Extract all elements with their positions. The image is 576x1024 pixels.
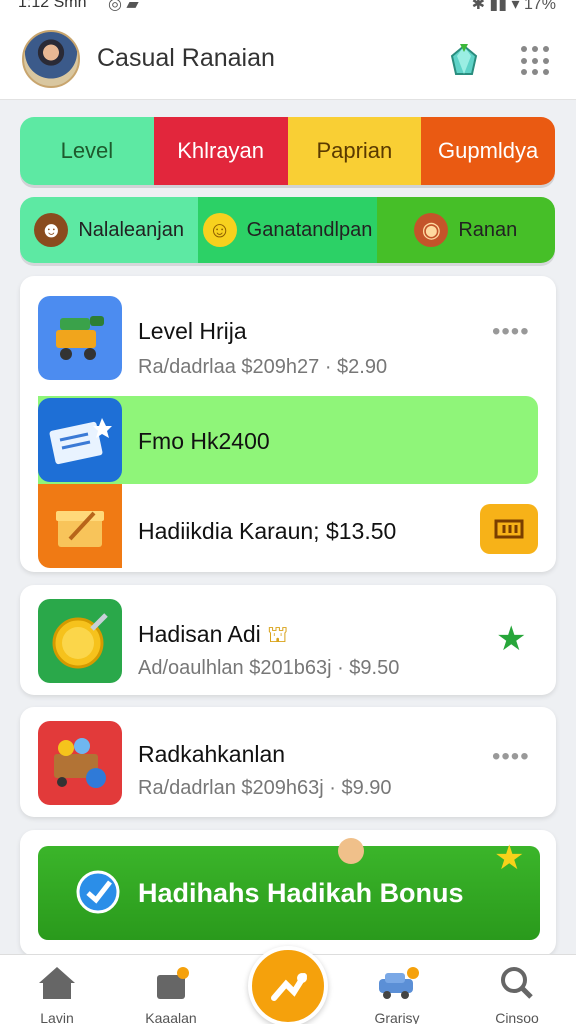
item-title: Fmo Hk2400: [138, 428, 270, 454]
offer-list-card: Level Hrija Ra/dadrlaa $209h27 · $2.90 •…: [20, 276, 556, 572]
primary-tab-bar: Level Khlrayan Paprian Gupmldya: [20, 117, 555, 185]
item-title: Radkahkanlan: [138, 741, 286, 767]
item-subtitle: Ra/dadrlan $209h63j · $9.90: [138, 777, 392, 799]
list-item[interactable]: Hadiikdia Karaun; $13.50: [20, 484, 556, 572]
gem-icon[interactable]: [449, 44, 479, 76]
more-options-icon[interactable]: ••••: [492, 743, 530, 771]
monkey-face-icon: ☻: [34, 213, 69, 247]
avatar[interactable]: [22, 30, 80, 88]
item-title: Hadiikdia Karaun; $13.50: [138, 518, 397, 544]
tab-ranan[interactable]: ◉ Ranan: [376, 197, 555, 263]
gift-box-icon: [38, 484, 122, 568]
shop-bag-icon: [157, 967, 189, 999]
notification-icons: ◎ ▰: [108, 0, 139, 13]
tab-khlrayan[interactable]: Khlrayan: [153, 117, 288, 185]
bonus-star-icon: ★: [494, 839, 525, 877]
smiley-coin-icon: ☺: [202, 213, 237, 247]
page-title: Casual Ranaian: [97, 44, 275, 72]
list-item-highlighted[interactable]: Fmo Hk2400: [38, 396, 538, 484]
nav-search[interactable]: Cinsoo: [472, 965, 562, 1024]
list-item[interactable]: Level Hrija Ra/dadrlaa $209h27 · $2.90 •…: [20, 276, 556, 392]
list-item[interactable]: Radkahkanlan Ra/dadrlan $209h63j · $9.90…: [20, 707, 556, 817]
battery-percent: 17%: [523, 0, 556, 13]
bonus-banner[interactable]: Hadihahs Hadikah Bonus ★: [38, 838, 540, 940]
truck-toy-icon: [38, 296, 122, 380]
tab-paprian[interactable]: Paprian: [287, 117, 422, 185]
system-icons: ✱ ▮▮ ▾ 17%: [472, 0, 556, 14]
item-subtitle: Ad/oaulhlan $201b63j · $9.50: [138, 657, 400, 679]
home-icon: [39, 967, 75, 999]
coupon-icon[interactable]: [480, 504, 538, 554]
nav-garage[interactable]: Grarisy: [352, 965, 442, 1024]
character-face-icon: [338, 838, 364, 864]
car-icon: [379, 967, 419, 999]
tab-gupmldya[interactable]: Gupmldya: [421, 117, 555, 185]
banner-title: Hadihahs Hadikah Bonus: [138, 878, 464, 908]
checkmark-shield-icon: [76, 870, 120, 914]
list-item[interactable]: Hadisan Adi ⛫ Ad/oaulhlan $201b63j · $9.…: [20, 585, 556, 695]
center-play-icon: [271, 973, 307, 1001]
food-bowl-icon: ◉: [414, 213, 449, 247]
search-icon: [501, 967, 533, 999]
star-icon[interactable]: ★: [496, 619, 526, 659]
nav-shop[interactable]: Kaaalan: [126, 965, 216, 1024]
tab-level[interactable]: Level: [20, 117, 154, 185]
status-time: 1:12 Smn: [18, 0, 87, 11]
item-subtitle: Ra/dadrlaa $209h27 · $2.90: [138, 356, 388, 378]
treasure-cart-icon: [38, 721, 122, 805]
secondary-tab-bar: ☻ Nalaleanjan ☺ Ganatandlpan ◉ Ranan: [20, 197, 555, 263]
more-options-icon[interactable]: ••••: [492, 318, 530, 346]
status-bar: 1:12 Smn ◎ ▰ ✱ ▮▮ ▾ 17%: [0, 0, 576, 16]
center-play-button[interactable]: [248, 946, 328, 1024]
ticket-card-icon: [38, 398, 122, 482]
gold-coin-icon: [38, 599, 122, 683]
trophy-icon: ⛫: [267, 621, 289, 647]
item-title: Hadisan Adi ⛫: [138, 621, 289, 647]
app-header: Casual Ranaian: [0, 16, 576, 100]
tab-nalaleanjan[interactable]: ☻ Nalaleanjan: [20, 197, 199, 263]
apps-grid-icon[interactable]: [521, 46, 551, 76]
tab-ganatandlpan[interactable]: ☺ Ganatandlpan: [198, 197, 377, 263]
nav-home[interactable]: Lavin: [12, 965, 102, 1024]
item-title: Level Hrija: [138, 318, 247, 344]
